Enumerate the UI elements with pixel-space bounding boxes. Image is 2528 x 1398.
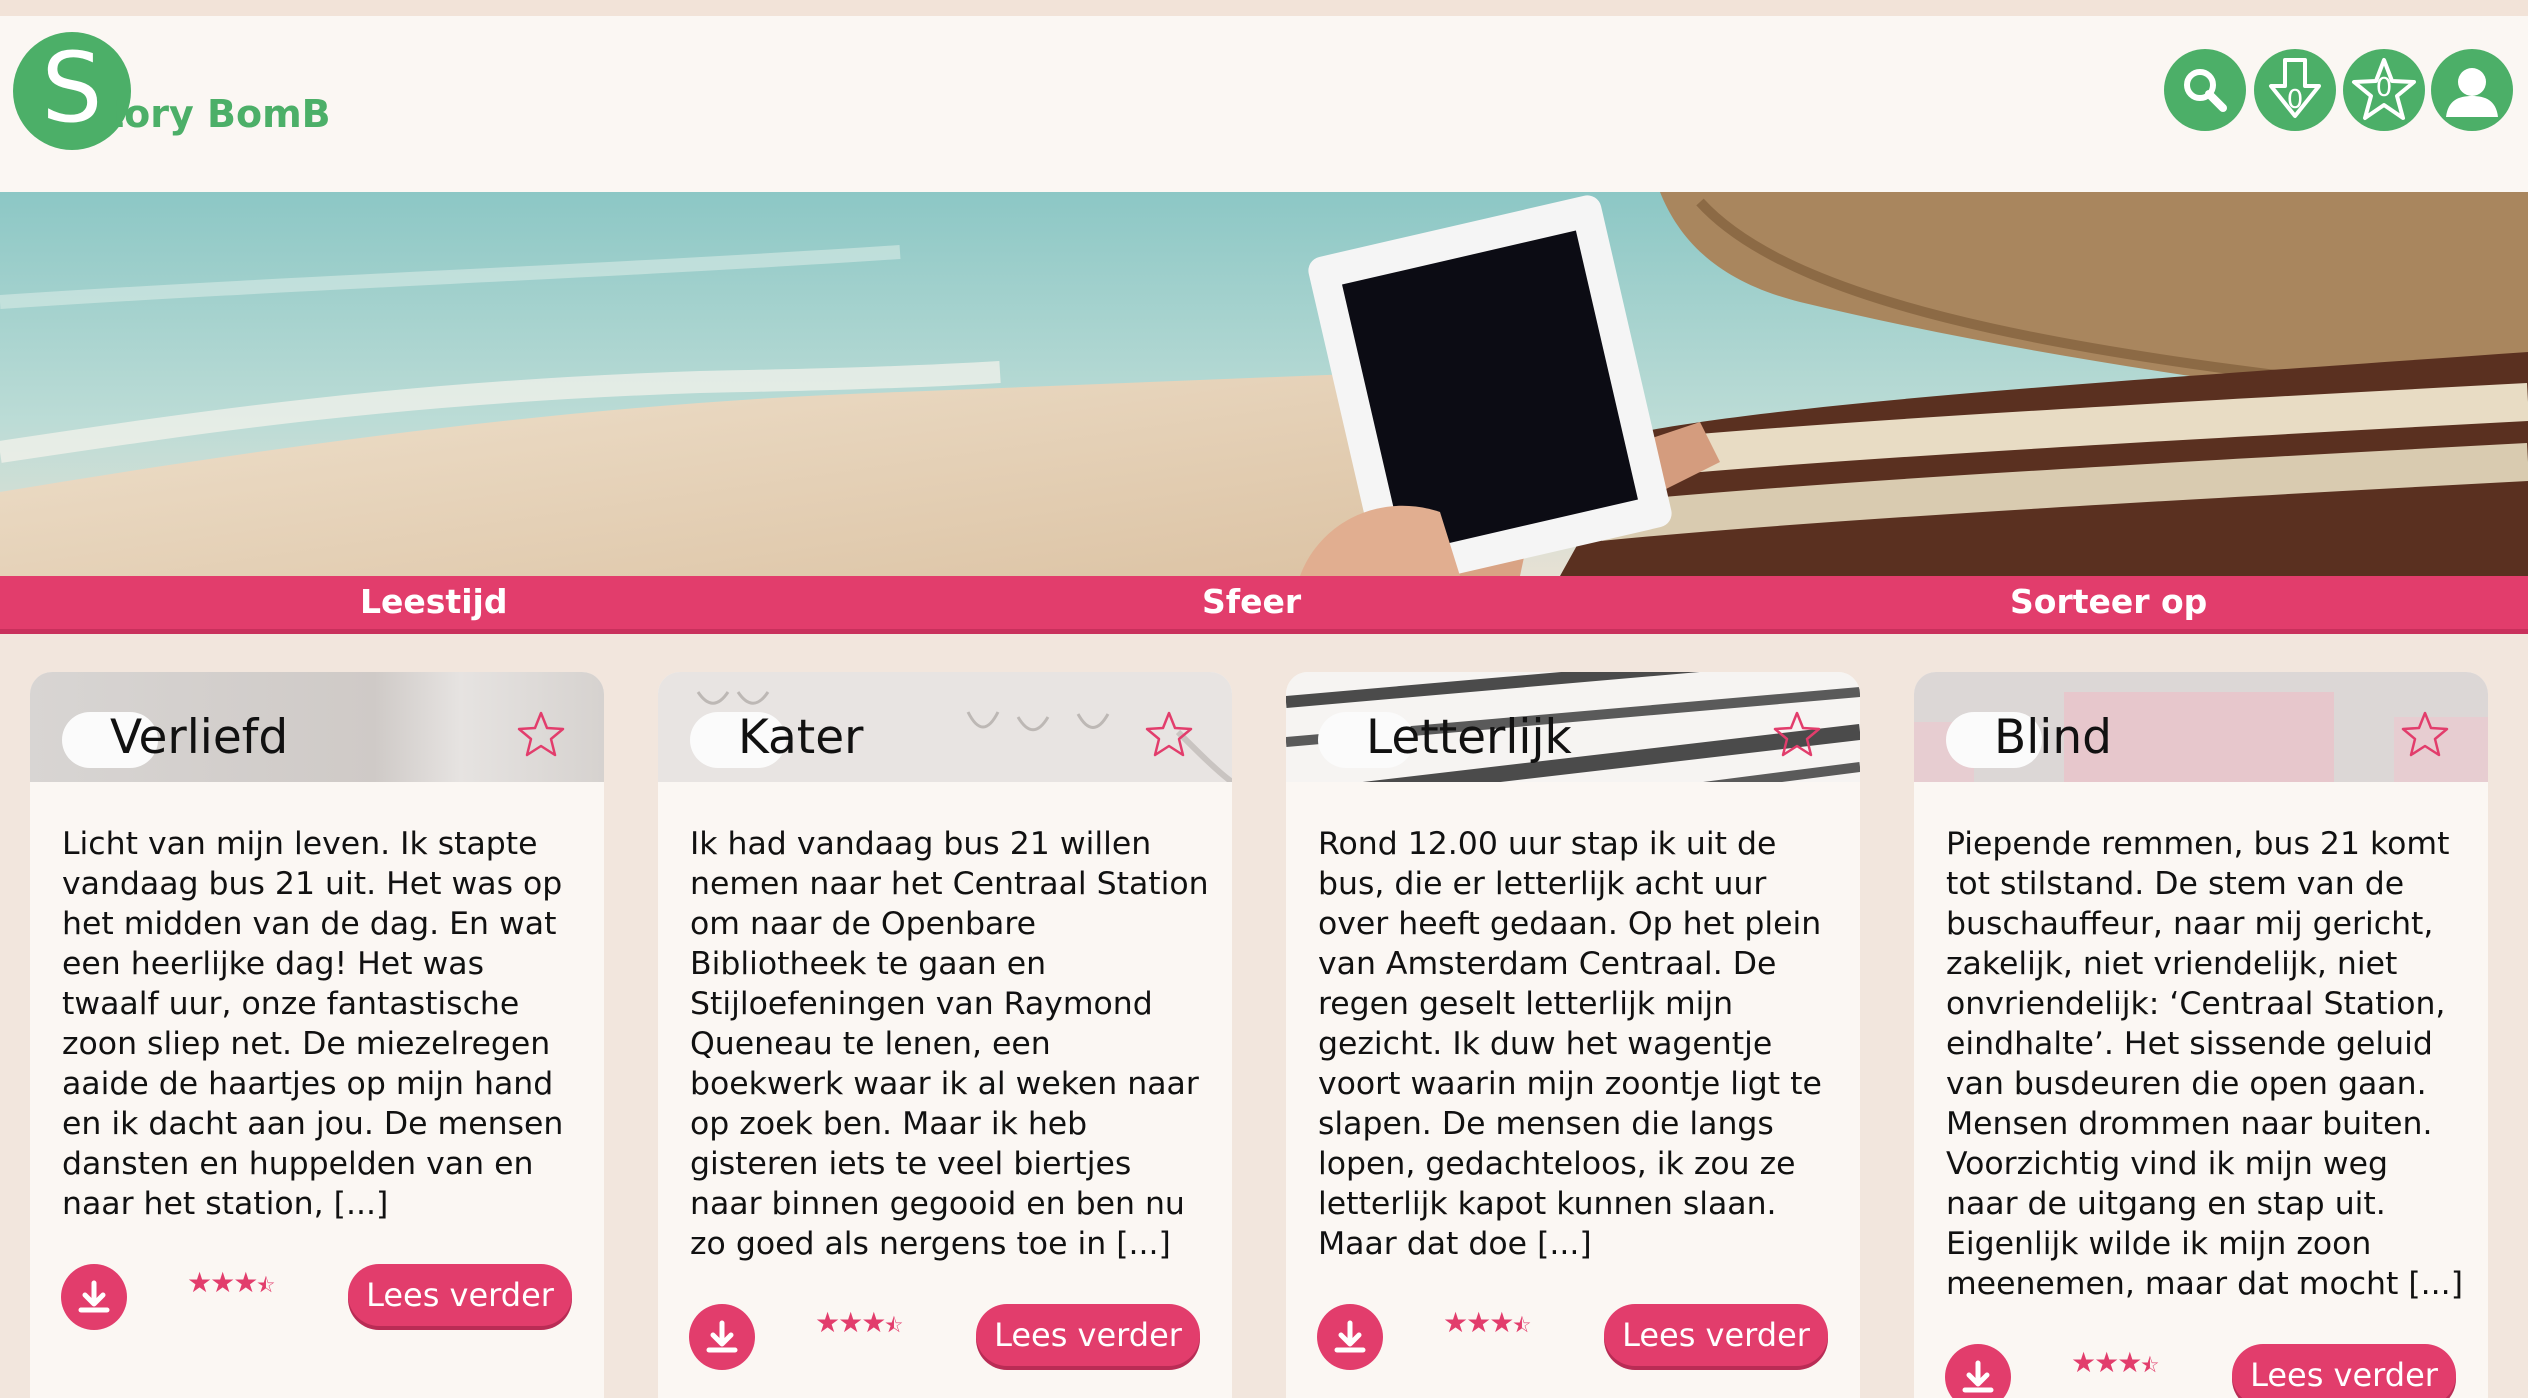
hero-image <box>0 192 2528 576</box>
download-button[interactable] <box>1945 1344 2011 1398</box>
story-excerpt: Licht van mijn leven. Ik stapte vandaag … <box>62 826 564 1222</box>
download-icon <box>78 1280 110 1313</box>
story-title[interactable]: Kater <box>738 710 863 765</box>
read-more-button[interactable]: Lees verder <box>348 1264 572 1326</box>
user-icon <box>2446 68 2498 117</box>
story-card: Verliefd Licht van mijn leven. Ik stapte… <box>30 672 604 1398</box>
account-button[interactable] <box>2431 49 2513 131</box>
logo-text[interactable]: tory BomB <box>106 92 331 136</box>
read-more-button[interactable]: Lees verder <box>2232 1344 2456 1398</box>
filter-sort[interactable]: Sorteer op <box>2010 582 2207 621</box>
card-header-image: Verliefd <box>30 672 604 782</box>
filter-bar: Leestijd Sfeer Sorteer op <box>0 576 2528 634</box>
card-header-image: Letterlijk <box>1286 672 1860 782</box>
story-excerpt: Ik had vandaag bus 21 willen nemen naar … <box>690 826 1209 1262</box>
favorite-star-icon[interactable] <box>1145 710 1193 758</box>
download-icon <box>1962 1360 1994 1393</box>
favorites-count: 0 <box>2375 73 2393 103</box>
header: S tory BomB 0 0 <box>0 16 2528 192</box>
star-rating: ★★★⯪ <box>2071 1346 2160 1379</box>
favorite-star-icon[interactable] <box>1773 710 1821 758</box>
story-card: Kater Ik had vandaag bus 21 willen nemen… <box>658 672 1232 1398</box>
card-header-image: Blind <box>1914 672 2488 782</box>
story-title[interactable]: Verliefd <box>110 710 288 765</box>
story-card: Letterlijk Rond 12.00 uur stap ik uit de… <box>1286 672 1860 1398</box>
download-button[interactable] <box>1317 1304 1383 1370</box>
story-title[interactable]: Blind <box>1994 710 2112 765</box>
download-button[interactable] <box>61 1264 127 1330</box>
downloads-count: 0 <box>2286 85 2304 115</box>
story-excerpt: Piepende remmen, bus 21 komt tot stilsta… <box>1946 826 2463 1302</box>
star-rating: ★★★⯪ <box>1443 1306 1532 1339</box>
search-icon <box>2184 69 2227 112</box>
favorite-star-icon[interactable] <box>2401 710 2449 758</box>
download-icon <box>706 1320 738 1353</box>
star-rating: ★★★⯪ <box>187 1266 276 1299</box>
top-strip <box>0 0 2528 16</box>
story-card: Blind Piepende remmen, bus 21 komt tot s… <box>1914 672 2488 1398</box>
search-button[interactable] <box>2164 49 2246 131</box>
read-more-button[interactable]: Lees verder <box>1604 1304 1828 1366</box>
read-more-button[interactable]: Lees verder <box>976 1304 1200 1366</box>
download-icon <box>1334 1320 1366 1353</box>
story-excerpt: Rond 12.00 uur stap ik uit de bus, die e… <box>1318 826 1822 1262</box>
star-rating: ★★★⯪ <box>815 1306 904 1339</box>
filter-reading-time[interactable]: Leestijd <box>360 582 507 621</box>
story-title[interactable]: Letterlijk <box>1366 710 1572 765</box>
download-button[interactable] <box>689 1304 755 1370</box>
card-header-image: Kater <box>658 672 1232 782</box>
favorites-button[interactable]: 0 <box>2343 49 2425 131</box>
favorite-star-icon[interactable] <box>517 710 565 758</box>
beach-illustration <box>0 192 2528 576</box>
filter-mood[interactable]: Sfeer <box>1202 582 1301 621</box>
downloads-button[interactable]: 0 <box>2254 49 2336 131</box>
